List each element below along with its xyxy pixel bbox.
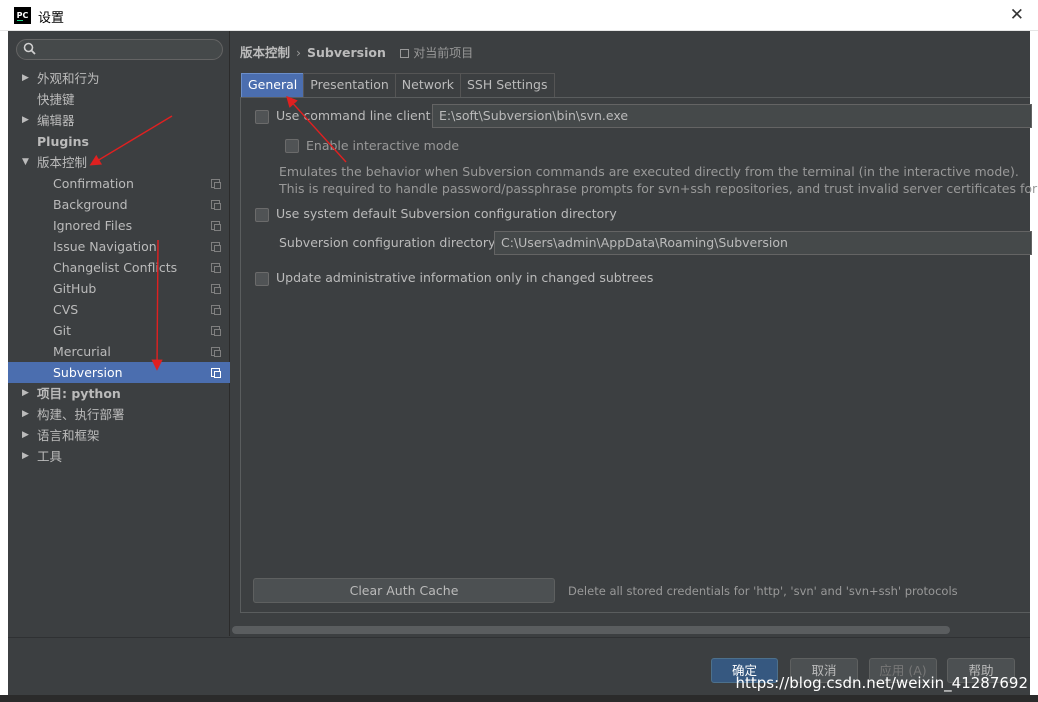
project-scope-icon <box>211 368 221 378</box>
editor-background-strip <box>0 695 1038 702</box>
project-scope-icon <box>211 284 221 294</box>
sidebar-item-languages-frameworks[interactable]: ▶ 语言和框架 <box>8 425 230 446</box>
tab-presentation[interactable]: Presentation <box>303 73 396 97</box>
sidebar-item-label: 快捷键 <box>37 92 75 107</box>
search-input[interactable] <box>16 39 223 60</box>
sidebar-item-build-execution-deployment[interactable]: ▶ 构建、执行部署 <box>8 404 230 425</box>
sidebar-item-label: Confirmation <box>53 176 134 191</box>
sidebar-item-label: Issue Navigation <box>53 239 157 254</box>
watermark-text: https://blog.csdn.net/weixin_41287692 <box>735 674 1028 692</box>
interactive-mode-description-line-2: This is required to handle password/pass… <box>279 181 1038 196</box>
use-command-line-client-checkbox[interactable] <box>255 110 269 124</box>
update-admin-info-label: Update administrative information only i… <box>276 270 654 285</box>
horizontal-scrollbar[interactable] <box>230 624 1030 635</box>
project-scope-icon <box>211 347 221 357</box>
update-admin-info-checkbox[interactable] <box>255 272 269 286</box>
sidebar-item-label: Changelist Conflicts <box>53 260 178 275</box>
expand-arrow-icon[interactable]: ▶ <box>22 446 32 467</box>
config-dir-path-field[interactable]: C:\Users\admin\AppData\Roaming\Subversio… <box>494 231 1032 255</box>
sidebar-item-label: 构建、执行部署 <box>37 407 125 422</box>
clear-auth-cache-hint: Delete all stored credentials for 'http'… <box>568 584 958 598</box>
pycharm-app-icon: PC <box>14 7 31 24</box>
project-scope-icon <box>211 242 221 252</box>
search-icon <box>23 42 36 55</box>
scrollbar-thumb[interactable] <box>232 626 950 634</box>
sidebar-item-label: GitHub <box>53 281 97 296</box>
project-scope-icon <box>211 200 221 210</box>
general-panel: Use command line client: E:\soft\Subvers… <box>240 97 1038 613</box>
settings-tree: ▶ 外观和行为 快捷键 ▶ 编辑器 Plugins ▼ 版本控制 Confirm… <box>8 68 230 467</box>
sidebar-item-label: 语言和框架 <box>37 428 100 443</box>
collapse-arrow-icon[interactable]: ▼ <box>22 152 32 173</box>
sidebar-item-label: Git <box>53 323 72 338</box>
expand-arrow-icon[interactable]: ▶ <box>22 404 32 425</box>
project-scope-label: 对当前项目 <box>413 46 474 60</box>
sidebar-item-github[interactable]: GitHub <box>8 278 230 299</box>
tab-general[interactable]: General <box>241 73 305 97</box>
settings-dialog: ▶ 外观和行为 快捷键 ▶ 编辑器 Plugins ▼ 版本控制 Confirm… <box>8 31 1038 696</box>
window-titlebar: PC 设置 ✕ <box>0 0 1038 31</box>
sidebar-item-label: Background <box>53 197 128 212</box>
expand-arrow-icon[interactable]: ▶ <box>22 425 32 446</box>
project-scope-icon <box>211 305 221 315</box>
enable-interactive-mode-checkbox[interactable] <box>285 139 299 153</box>
sidebar-item-appearance[interactable]: ▶ 外观和行为 <box>8 68 230 89</box>
sidebar-item-label: Subversion <box>53 365 123 380</box>
sidebar-item-subversion[interactable]: Subversion <box>8 362 230 383</box>
sidebar-item-label: 工具 <box>37 449 63 464</box>
expand-arrow-icon[interactable]: ▶ <box>22 383 32 404</box>
close-icon[interactable]: ✕ <box>1010 4 1024 26</box>
sidebar-item-cvs[interactable]: CVS <box>8 299 230 320</box>
sidebar-item-project[interactable]: ▶ 项目: python <box>8 383 230 404</box>
project-scope-icon <box>400 49 410 58</box>
window-title: 设置 <box>38 11 65 26</box>
sidebar-item-ignored-files[interactable]: Ignored Files <box>8 215 230 236</box>
sidebar-item-tools[interactable]: ▶ 工具 <box>8 446 230 467</box>
sidebar-item-label: 版本控制 <box>37 155 88 170</box>
config-dir-label: Subversion configuration directory: <box>279 235 499 250</box>
use-default-config-dir-checkbox[interactable] <box>255 208 269 222</box>
sidebar-item-background[interactable]: Background <box>8 194 230 215</box>
sidebar-item-label: Ignored Files <box>53 218 133 233</box>
sidebar-item-label: 项目: python <box>37 386 121 401</box>
sidebar-item-label: Mercurial <box>53 344 111 359</box>
sidebar-item-changelist-conflicts[interactable]: Changelist Conflicts <box>8 257 230 278</box>
project-scope-icon <box>211 179 221 189</box>
interactive-mode-description-line-1: Emulates the behavior when Subversion co… <box>279 164 1019 179</box>
sidebar-item-label: 编辑器 <box>37 113 75 128</box>
clear-auth-cache-button[interactable]: Clear Auth Cache <box>253 578 555 603</box>
sidebar-item-plugins[interactable]: Plugins <box>8 131 230 152</box>
sidebar-item-label: 外观和行为 <box>37 71 100 86</box>
sidebar-item-mercurial[interactable]: Mercurial <box>8 341 230 362</box>
breadcrumb-current: Subversion <box>307 45 386 60</box>
svn-executable-path-field[interactable]: E:\soft\Subversion\bin\svn.exe <box>432 104 1032 128</box>
project-scope-icon <box>211 221 221 231</box>
sidebar-item-keymap[interactable]: 快捷键 <box>8 89 230 110</box>
sidebar-item-label: CVS <box>53 302 79 317</box>
tab-network[interactable]: Network <box>394 73 461 97</box>
sidebar-item-version-control[interactable]: ▼ 版本控制 <box>8 152 230 173</box>
sidebar-item-editor[interactable]: ▶ 编辑器 <box>8 110 230 131</box>
breadcrumb-parent: 版本控制 <box>240 45 291 60</box>
project-scope-icon <box>211 326 221 336</box>
sidebar-item-issue-navigation[interactable]: Issue Navigation <box>8 236 230 257</box>
subversion-tabs: General Presentation Network SSH Settings <box>241 73 555 97</box>
use-command-line-client-label: Use command line client: <box>276 108 435 123</box>
breadcrumb: 版本控制 › Subversion 对当前项目 <box>240 42 473 61</box>
project-scope-note: 对当前项目 <box>400 46 473 60</box>
enable-interactive-mode-label: Enable interactive mode <box>306 138 460 153</box>
settings-sidebar: ▶ 外观和行为 快捷键 ▶ 编辑器 Plugins ▼ 版本控制 Confirm… <box>8 31 230 636</box>
expand-arrow-icon[interactable]: ▶ <box>22 110 32 131</box>
breadcrumb-separator: › <box>296 45 302 60</box>
project-scope-icon <box>211 263 221 273</box>
tab-ssh-settings[interactable]: SSH Settings <box>459 73 555 97</box>
sidebar-item-confirmation[interactable]: Confirmation <box>8 173 230 194</box>
sidebar-item-git[interactable]: Git <box>8 320 230 341</box>
sidebar-item-label: Plugins <box>37 134 89 149</box>
use-default-config-dir-label: Use system default Subversion configurat… <box>276 206 617 221</box>
expand-arrow-icon[interactable]: ▶ <box>22 68 32 89</box>
